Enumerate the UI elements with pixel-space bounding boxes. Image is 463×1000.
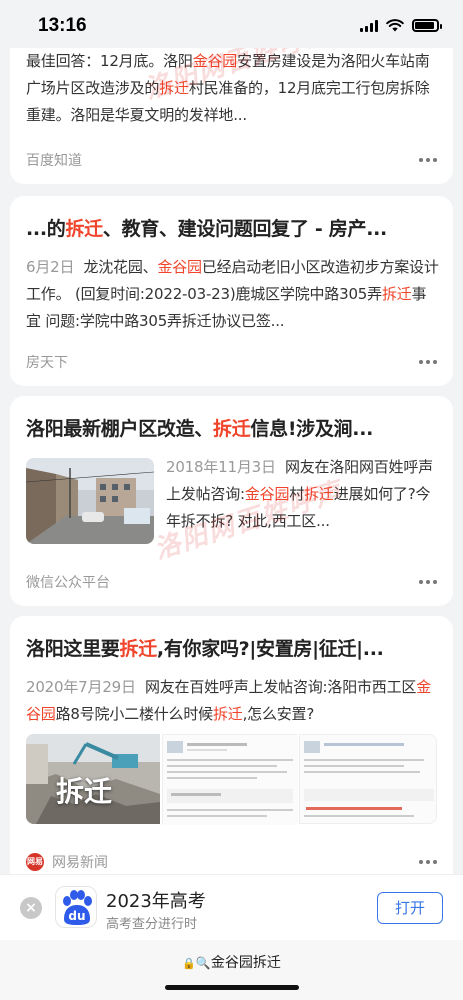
result-image-2[interactable] xyxy=(162,734,298,825)
search-results-feed[interactable]: 最佳回答：12月底。洛阳金谷园安置房建设是为洛阳火车站南广场片区改造涉及的拆迁村… xyxy=(0,48,463,874)
result-date: 2020年7月29日 xyxy=(26,678,136,696)
status-time: 13:16 xyxy=(38,15,87,36)
document-screenshot xyxy=(163,735,298,825)
result-image-1[interactable]: 拆迁 xyxy=(26,734,160,824)
home-indicator[interactable] xyxy=(165,985,299,990)
more-options-icon[interactable] xyxy=(419,360,437,364)
result-title[interactable]: ...的拆迁、教育、建设问题回复了 - 房产... xyxy=(26,216,439,242)
more-options-icon[interactable] xyxy=(419,580,437,584)
result-source: 网易新闻 xyxy=(52,855,108,871)
result-abstract: 2020年7月29日 网友在百姓呼声上发帖咨询:洛阳市西工区金谷园路8号院小二楼… xyxy=(26,678,432,723)
result-image-3[interactable] xyxy=(299,734,437,824)
result-source-row: 百度知道 xyxy=(26,150,437,170)
result-title[interactable]: 洛阳这里要拆迁,有你家吗?|安置房|征迁|... xyxy=(26,636,439,662)
result-abstract: 最佳回答：12月底。洛阳金谷园安置房建设是为洛阳火车站南广场片区改造涉及的拆迁村… xyxy=(26,52,430,124)
battery-icon xyxy=(412,19,442,32)
result-card[interactable]: 最佳回答：12月底。洛阳金谷园安置房建设是为洛阳火车站南广场片区改造涉及的拆迁村… xyxy=(10,48,453,184)
street-photo xyxy=(26,458,154,544)
signal-icon xyxy=(360,19,378,32)
result-source: 房天下 xyxy=(26,355,68,371)
wifi-icon xyxy=(386,19,404,32)
banner-subtitle: 高考查分进行时 xyxy=(106,917,198,932)
more-options-icon[interactable] xyxy=(419,860,437,864)
result-thumbnail[interactable] xyxy=(26,458,154,544)
result-source-row: 微信公众平台 xyxy=(26,572,437,592)
open-app-button[interactable]: 打开 xyxy=(377,892,443,924)
result-source: 微信公众平台 xyxy=(26,575,110,591)
result-source-row: 房天下 xyxy=(26,352,437,372)
address-query: 金谷园拆迁 xyxy=(210,955,281,971)
document-screenshot xyxy=(300,735,436,823)
result-source-row: 网易 网易新闻 xyxy=(26,852,437,872)
logo-text: du xyxy=(68,909,86,923)
result-abstract: 2018年11月3日 网友在洛阳网百姓呼声上发帖咨询:金谷园村拆迁进展如何了?今… xyxy=(166,458,433,530)
result-title[interactable]: 洛阳最新棚户区改造、拆迁信息!涉及涧... xyxy=(26,416,439,442)
result-date: 2018年11月3日 xyxy=(166,458,276,476)
banner-title: 2023年高考 xyxy=(106,891,206,912)
app-promo-banner[interactable]: × du 2023年高考 高考查分进行时 打开 xyxy=(0,874,463,940)
result-card[interactable]: 洛阳这里要拆迁,有你家吗?|安置房|征迁|... 2020年7月29日 网友在百… xyxy=(10,616,453,874)
address-bar[interactable]: 🔒🔍金谷园拆迁 xyxy=(0,940,463,1000)
result-card[interactable]: ...的拆迁、教育、建设问题回复了 - 房产... 6月2日 龙沈花园、金谷园已… xyxy=(10,196,453,386)
baidu-logo-icon: du xyxy=(55,886,97,928)
lock-icon: 🔒 xyxy=(182,957,196,970)
search-icon: 🔍 xyxy=(195,956,211,970)
result-date: 6月2日 xyxy=(26,258,75,276)
status-bar: 13:16 xyxy=(0,0,463,48)
result-source: 百度知道 xyxy=(26,153,82,169)
result-card[interactable]: 洛阳最新棚户区改造、拆迁信息!涉及涧... 2018年11月3日 网友在洛阳网百… xyxy=(10,396,453,606)
result-abstract: 6月2日 龙沈花园、金谷园已经启动老旧小区改造初步方案设计工作。 (回复时间:2… xyxy=(26,258,439,330)
image-caption: 拆迁 xyxy=(56,775,113,808)
address-text[interactable]: 🔒🔍金谷园拆迁 xyxy=(0,952,463,972)
status-icons xyxy=(360,19,442,32)
more-options-icon[interactable] xyxy=(419,158,437,162)
close-icon[interactable]: × xyxy=(20,897,42,919)
netease-logo-icon: 网易 xyxy=(26,853,44,871)
